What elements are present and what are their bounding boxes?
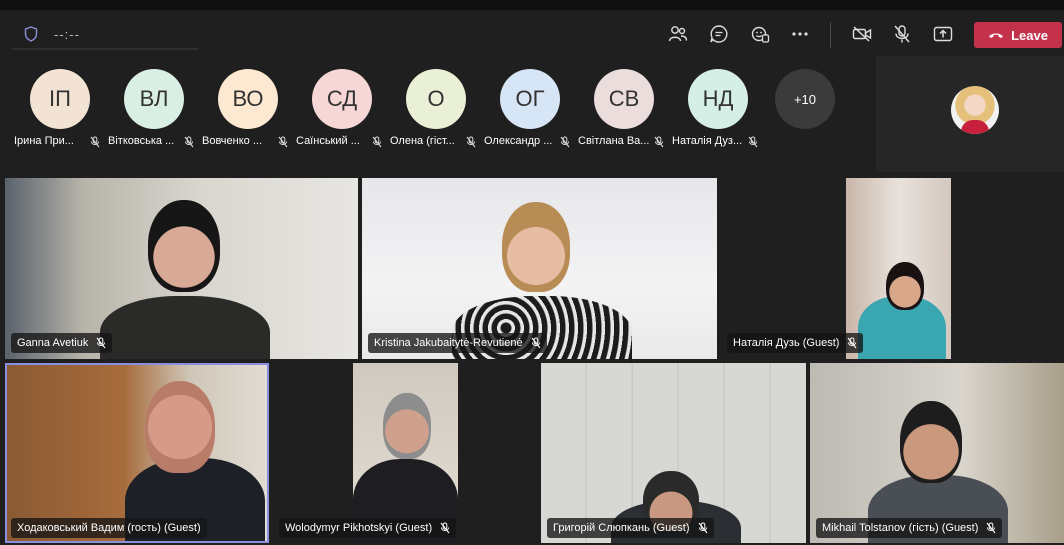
participant-name: Ходаковський Вадим (гость) (Guest) — [17, 522, 201, 534]
mic-off-icon — [986, 522, 996, 534]
video-tile[interactable]: Наталія Дузь (Guest) — [721, 178, 1064, 359]
tile-name-label: Kristina Jakubaitytė-Revutienė — [368, 333, 547, 353]
more-options-button[interactable] — [789, 23, 811, 45]
participant-name: Вовченко ... — [202, 135, 263, 147]
avatar: СД — [312, 69, 372, 129]
video-tile[interactable]: Ganna Avetiuk — [5, 178, 358, 359]
tile-name-label: Ходаковський Вадим (гость) (Guest) — [11, 518, 207, 538]
chat-icon — [710, 25, 728, 43]
tile-name-label: Наталія Дузь (Guest) — [727, 333, 864, 353]
more-icon — [792, 32, 808, 36]
react-icon — [751, 26, 770, 43]
participant-name: Mikhail Tolstanov (гість) (Guest) — [822, 522, 979, 534]
roster-participant[interactable]: ВЛ Вітковська ... — [108, 69, 198, 159]
participant-name: Wolodymyr Pikhotskyi (Guest) — [285, 522, 433, 534]
participant-name: Вітковська ... — [108, 135, 175, 147]
camera-toggle-button[interactable] — [851, 23, 873, 45]
tile-name-label: Mikhail Tolstanov (гість) (Guest) — [816, 518, 1003, 538]
avatar: НД — [688, 69, 748, 129]
mic-off-icon — [560, 136, 570, 148]
participant-video — [148, 200, 220, 292]
video-tile[interactable]: Григорій Слюпкань (Guest) — [541, 363, 806, 543]
roster-participant[interactable]: ВО Вовченко ... — [202, 69, 292, 159]
participant-name: Ірина При... — [14, 135, 74, 147]
avatar: ВЛ — [124, 69, 184, 129]
share-icon — [933, 26, 953, 42]
people-icon — [668, 26, 688, 42]
participant-name: Григорій Слюпкань (Guest) — [553, 522, 690, 534]
participant-video — [900, 401, 962, 483]
share-button[interactable] — [932, 23, 954, 45]
video-tile[interactable]: Kristina Jakubaitytė-Revutienė — [362, 178, 717, 359]
roster-participant[interactable]: ОГ Олександр ... — [484, 69, 574, 159]
participant-name: Kristina Jakubaitytė-Revutienė — [374, 337, 523, 349]
video-tile[interactable]: Wolodymyr Pikhotskyi (Guest) — [273, 363, 537, 543]
roster-participant[interactable]: О Олена (гіст... — [390, 69, 480, 159]
video-tile[interactable]: Mikhail Tolstanov (гість) (Guest) — [810, 363, 1064, 543]
participant-name: Олександр ... — [484, 135, 553, 147]
mic-off-icon — [848, 337, 857, 349]
mic-off-icon — [96, 337, 106, 349]
avatar: ІП — [30, 69, 90, 129]
participant-video — [846, 178, 951, 359]
meeting-toolbar: --:-- Leave — [0, 10, 1064, 56]
mic-off-icon — [90, 136, 100, 148]
window-top-strip — [0, 0, 1064, 10]
participant-name: Наталія Дуз... — [672, 135, 743, 147]
mic-off-icon — [184, 136, 194, 148]
meeting-timer: --:-- — [54, 27, 80, 42]
mic-off-icon — [466, 136, 476, 148]
participant-video — [100, 296, 270, 359]
participant-video — [145, 381, 215, 473]
self-view — [876, 56, 1064, 172]
participant-name: Наталія Дузь (Guest) — [733, 337, 840, 349]
roster-participant[interactable]: НД Наталія Дуз... — [672, 69, 762, 159]
participant-roster: ІП Ірина При... ВЛ Вітковська ... ВО Вов… — [0, 56, 870, 168]
mic-off-icon — [698, 522, 707, 534]
participant-video — [353, 363, 458, 543]
phone-icon — [989, 33, 1004, 38]
avatar: ВО — [218, 69, 278, 129]
mic-off-icon — [654, 136, 664, 148]
toolbar-divider — [830, 22, 831, 48]
participant-video — [502, 202, 570, 292]
leave-label: Leave — [1011, 27, 1048, 43]
participant-name: Світлана Ва... — [578, 135, 650, 147]
mic-off-icon — [278, 136, 288, 148]
participant-name: Олена (гіст... — [390, 135, 455, 147]
leave-button[interactable]: Leave — [974, 22, 1062, 48]
participant-name: Саїнський ... — [296, 135, 360, 147]
roster-participant[interactable]: СД Саїнський ... — [296, 69, 386, 159]
participant-name: Ganna Avetiuk — [17, 337, 89, 349]
tile-name-label: Wolodymyr Pikhotskyi (Guest) — [279, 518, 457, 538]
mic-off-icon — [372, 136, 382, 148]
mic-off-icon — [531, 337, 541, 349]
mic-off-icon — [894, 25, 910, 43]
shield-icon — [24, 26, 38, 42]
mic-off-icon — [440, 522, 450, 534]
roster-participant[interactable]: СВ Світлана Ва... — [578, 69, 668, 159]
more-participants-button[interactable]: +10 — [775, 69, 835, 129]
people-button[interactable] — [667, 23, 689, 45]
chat-button[interactable] — [708, 23, 730, 45]
avatar: СВ — [594, 69, 654, 129]
roster-participant[interactable]: ІП Ірина При... — [14, 69, 104, 159]
mic-off-icon — [748, 136, 758, 148]
mic-toggle-button[interactable] — [891, 23, 913, 45]
react-button[interactable] — [749, 23, 771, 45]
video-tile[interactable]: Ходаковський Вадим (гость) (Guest) — [5, 363, 269, 543]
camera-off-icon — [852, 26, 872, 42]
timer-underline — [12, 48, 198, 50]
tile-name-label: Ganna Avetiuk — [11, 333, 113, 353]
tile-name-label: Григорій Слюпкань (Guest) — [547, 518, 714, 538]
self-avatar — [951, 86, 999, 134]
avatar: ОГ — [500, 69, 560, 129]
avatar: О — [406, 69, 466, 129]
